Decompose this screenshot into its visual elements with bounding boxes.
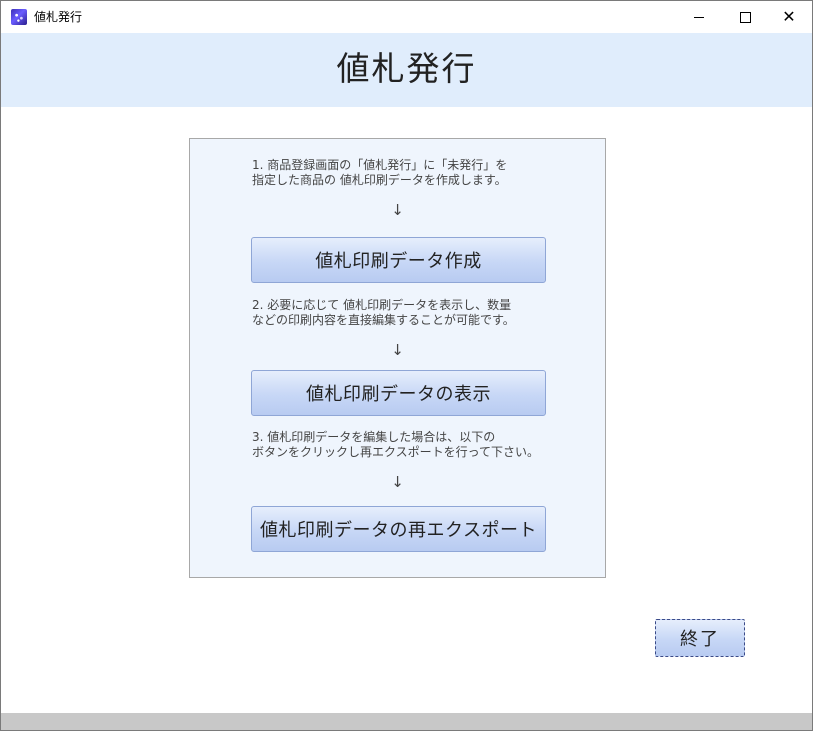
app-window: 値札発行 ✕ 値札発行 1. 商品登録画面の「値札発行」に「未発行」を 指定した… [0,0,813,731]
page-title: 値札発行 [336,49,477,88]
minimize-icon [694,16,704,18]
step-3-arrow: ↓ [391,473,404,491]
instruction-panel: 1. 商品登録画面の「値札発行」に「未発行」を 指定した商品の 値札印刷データを… [189,138,606,578]
re-export-price-tag-data-button[interactable]: 値札印刷データの再エクスポート [251,506,546,552]
window-title: 値札発行 [34,10,83,24]
app-icon [11,9,27,25]
step-1-description: 1. 商品登録画面の「値札発行」に「未発行」を 指定した商品の 値札印刷データを… [252,158,508,187]
create-price-tag-data-button[interactable]: 値札印刷データ作成 [251,237,546,283]
step-2-arrow: ↓ [391,341,404,359]
step-2-description: 2. 必要に応じて 値札印刷データを表示し、数量 などの印刷内容を直接編集するこ… [252,298,515,327]
exit-button[interactable]: 終了 [655,619,745,657]
step-1-arrow: ↓ [391,201,404,219]
close-button[interactable]: ✕ [766,1,812,33]
maximize-button[interactable] [722,1,768,33]
maximize-icon [739,11,751,23]
minimize-button[interactable] [676,1,722,33]
close-icon: ✕ [782,7,796,26]
step-3-description: 3. 値札印刷データを編集した場合は、以下の ボタンをクリックし再エクスポートを… [252,430,540,459]
header-band: 値札発行 [1,33,812,107]
title-bar[interactable]: 値札発行 ✕ [1,1,812,33]
status-strip [1,713,812,730]
show-price-tag-data-button[interactable]: 値札印刷データの表示 [251,370,546,416]
